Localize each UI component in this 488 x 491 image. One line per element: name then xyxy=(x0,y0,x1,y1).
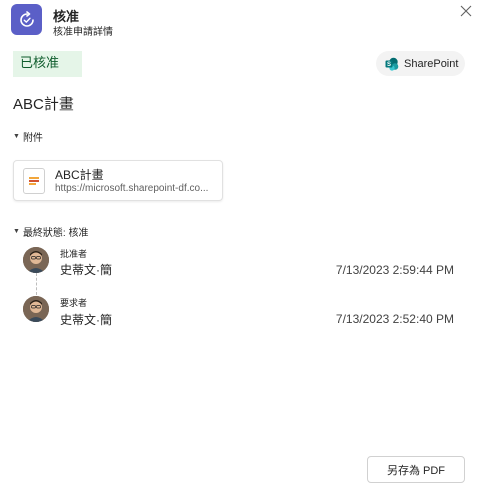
request-title: ABC計畫 xyxy=(13,96,74,113)
final-status-section-label: 最終狀態: 核准 xyxy=(22,228,89,239)
close-icon xyxy=(460,5,472,17)
avatar xyxy=(23,247,49,273)
attachments-section-toggle[interactable]: ▼ 附件 xyxy=(13,129,43,144)
dialog-subtitle: 核准申請詳情 xyxy=(53,27,113,38)
attachment-card[interactable]: ABC計畫 https://microsoft.sharepoint-df.co… xyxy=(13,160,223,201)
sharepoint-icon: S xyxy=(385,57,399,71)
request-timestamp: 7/13/2023 2:52:40 PM xyxy=(335,312,454,326)
timeline-connector xyxy=(36,273,37,295)
chevron-down-icon: ▼ xyxy=(13,133,20,140)
approver-name: 史蒂文·簡 xyxy=(60,263,112,277)
approvals-app-icon xyxy=(11,4,42,35)
status-badge: 已核准 xyxy=(13,51,82,77)
svg-text:S: S xyxy=(387,62,391,68)
attachment-name: ABC計畫 xyxy=(55,168,104,182)
approver-role-label: 批准者 xyxy=(60,249,88,259)
refresh-check-icon xyxy=(19,10,34,27)
requester-role-label: 要求者 xyxy=(60,298,88,308)
close-button[interactable] xyxy=(459,4,473,18)
avatar xyxy=(23,296,49,322)
file-icon xyxy=(23,168,45,194)
final-status-section-toggle[interactable]: ▼ 最終狀態: 核准 xyxy=(13,224,89,239)
save-as-pdf-button[interactable]: 另存為 PDF xyxy=(367,456,465,483)
sharepoint-button-label: SharePoint xyxy=(404,57,459,70)
attachment-url: https://microsoft.sharepoint-df.co... xyxy=(55,183,209,194)
chevron-down-icon: ▼ xyxy=(13,228,20,235)
requester-name: 史蒂文·簡 xyxy=(60,313,112,327)
open-in-sharepoint-button[interactable]: S SharePoint xyxy=(376,51,465,76)
approval-timestamp: 7/13/2023 2:59:44 PM xyxy=(335,263,454,277)
attachments-section-label: 附件 xyxy=(22,133,43,144)
